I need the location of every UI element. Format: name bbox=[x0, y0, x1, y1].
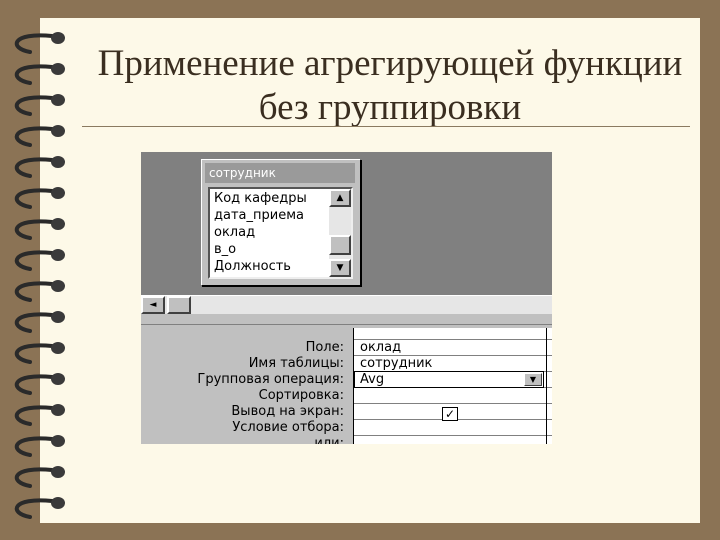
spiral-hole bbox=[51, 373, 65, 385]
chevron-down-icon[interactable]: ▼ bbox=[524, 373, 542, 386]
label-criteria: Условие отбора: bbox=[232, 420, 344, 435]
spiral-hole bbox=[51, 187, 65, 199]
spiral-ring bbox=[14, 312, 54, 333]
label-field: Поле: bbox=[305, 340, 344, 355]
spiral-binding bbox=[14, 32, 65, 519]
spiral-hole bbox=[51, 218, 65, 230]
table-title[interactable]: сотрудник bbox=[205, 163, 355, 183]
title-line-1: Применение агрегирующей функции bbox=[97, 43, 683, 84]
cell-field[interactable]: оклад bbox=[360, 340, 401, 356]
spiral-ring bbox=[14, 157, 54, 178]
query-designer-screenshot: сотрудник Код кафедры дата_приема оклад … bbox=[141, 152, 552, 444]
spiral-ring bbox=[14, 250, 54, 271]
pane-splitter[interactable] bbox=[141, 314, 552, 325]
spiral-hole bbox=[51, 404, 65, 416]
label-group-operation: Групповая операция: bbox=[197, 372, 344, 387]
field-item[interactable]: оклад bbox=[214, 224, 326, 241]
table-field-list[interactable]: сотрудник Код кафедры дата_приема оклад … bbox=[201, 159, 361, 286]
slide-title: Применение агрегирующей функции без груп… bbox=[80, 42, 700, 130]
spiral-hole bbox=[51, 497, 65, 509]
label-sort: Сортировка: bbox=[258, 388, 344, 403]
scroll-left-icon[interactable]: ◄ bbox=[141, 296, 165, 314]
field-list-scrollbar[interactable]: ▲ ▼ bbox=[329, 189, 351, 277]
design-grid: оклад сотрудник Avg ▼ ✓ bbox=[353, 328, 552, 444]
show-checkbox[interactable]: ✓ bbox=[442, 407, 458, 421]
spiral-ring bbox=[14, 405, 54, 426]
spiral-hole bbox=[51, 125, 65, 137]
spiral-ring bbox=[14, 498, 54, 519]
title-line-2: без группировки bbox=[258, 87, 522, 128]
grid-line bbox=[354, 403, 552, 404]
cell-table[interactable]: сотрудник bbox=[360, 356, 432, 372]
spiral-hole bbox=[51, 156, 65, 168]
horizontal-scrollbar[interactable]: ◄ bbox=[141, 295, 552, 314]
grid-line bbox=[354, 435, 552, 436]
group-operation-dropdown[interactable]: Avg ▼ bbox=[354, 371, 544, 388]
spiral-hole bbox=[51, 342, 65, 354]
spiral-hole bbox=[51, 466, 65, 478]
column-divider bbox=[546, 328, 547, 444]
field-list[interactable]: Код кафедры дата_приема оклад в_о Должно… bbox=[208, 187, 353, 279]
spiral-ring bbox=[14, 219, 54, 240]
field-item[interactable]: в_о bbox=[214, 241, 326, 258]
label-show: Вывод на экран: bbox=[231, 404, 344, 419]
spiral-hole bbox=[51, 94, 65, 106]
spiral-ring bbox=[14, 374, 54, 395]
scroll-up-icon[interactable]: ▲ bbox=[329, 189, 351, 207]
field-item[interactable]: Код кафедры bbox=[214, 190, 326, 207]
scroll-down-icon[interactable]: ▼ bbox=[329, 259, 351, 277]
field-item[interactable]: Должность bbox=[214, 258, 326, 275]
spiral-ring bbox=[14, 33, 54, 54]
horizontal-scroll-thumb[interactable] bbox=[167, 296, 191, 314]
spiral-hole bbox=[51, 63, 65, 75]
spiral-ring bbox=[14, 436, 54, 457]
spiral-hole bbox=[51, 435, 65, 447]
spiral-ring bbox=[14, 64, 54, 85]
field-item[interactable]: дата_приема bbox=[214, 207, 326, 224]
title-divider bbox=[82, 126, 690, 127]
spiral-hole bbox=[51, 311, 65, 323]
spiral-ring bbox=[14, 95, 54, 116]
spiral-ring bbox=[14, 281, 54, 302]
spiral-ring bbox=[14, 343, 54, 364]
spiral-hole bbox=[51, 280, 65, 292]
scroll-thumb[interactable] bbox=[329, 235, 351, 255]
spiral-hole bbox=[51, 249, 65, 261]
spiral-hole bbox=[51, 32, 65, 44]
label-or: или: bbox=[314, 436, 344, 444]
spiral-ring bbox=[14, 126, 54, 147]
spiral-ring bbox=[14, 467, 54, 488]
spiral-ring bbox=[14, 188, 54, 209]
label-table-name: Имя таблицы: bbox=[248, 356, 344, 371]
group-operation-value: Avg bbox=[360, 372, 385, 387]
table-pane: сотрудник Код кафедры дата_приема оклад … bbox=[141, 152, 552, 295]
